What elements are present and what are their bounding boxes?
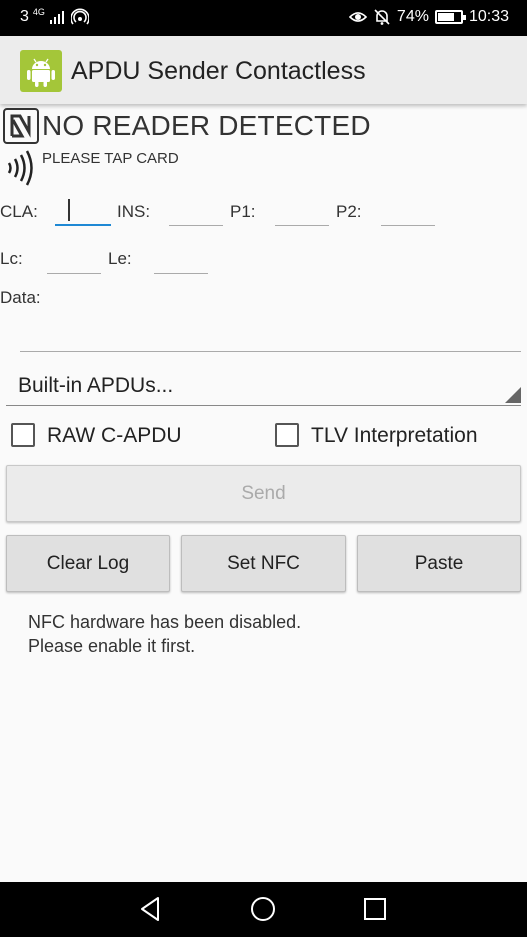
log-line: NFC hardware has been disabled.	[28, 612, 302, 632]
raw-c-apdu-checkbox[interactable]	[11, 423, 35, 447]
status-right: 74% 10:33	[348, 8, 509, 26]
tlv-interpretation-label[interactable]: TLV Interpretation	[311, 424, 478, 448]
set-nfc-button[interactable]: Set NFC	[181, 535, 346, 592]
le-label: Le:	[108, 249, 132, 268]
back-icon[interactable]	[136, 894, 166, 924]
lc-field[interactable]	[47, 248, 101, 274]
le-field[interactable]	[154, 248, 208, 274]
tlv-interpretation-checkbox[interactable]	[275, 423, 299, 447]
dropdown-arrow-icon	[505, 387, 521, 403]
p2-field[interactable]	[381, 200, 435, 226]
p1-label: P1:	[230, 202, 256, 221]
status-left: 3 4G	[20, 7, 89, 26]
data-field[interactable]	[20, 320, 521, 352]
clock: 10:33	[468, 8, 509, 25]
android-icon	[20, 50, 62, 92]
android-glyph	[27, 58, 55, 87]
battery-fill	[437, 13, 455, 21]
app-bar: APDU Sender Contactless	[0, 36, 527, 104]
signal-icon	[49, 11, 64, 24]
contactless-icon	[7, 150, 33, 186]
status-bar: 3 4G 74% 10:33	[0, 0, 527, 36]
paste-button[interactable]: Paste	[357, 535, 521, 592]
app-title: APDU Sender Contactless	[71, 57, 366, 85]
recents-icon[interactable]	[360, 894, 390, 924]
ins-field[interactable]	[169, 200, 223, 226]
reader-status: NO READER DETECTED	[42, 110, 371, 141]
builtin-apdus-label: Built-in APDUs...	[18, 374, 174, 397]
nfc-logo-icon	[3, 108, 39, 144]
battery-percent: 74%	[396, 8, 429, 25]
data-label: Data:	[0, 288, 41, 307]
text-cursor	[68, 199, 70, 221]
battery-icon	[434, 10, 466, 24]
cla-field[interactable]	[55, 200, 111, 226]
raw-c-apdu-label[interactable]: RAW C-APDU	[47, 424, 182, 448]
bell-muted-icon	[374, 9, 390, 25]
network-label: 4G	[32, 7, 45, 17]
clear-log-button[interactable]: Clear Log	[6, 535, 170, 592]
log-line: Please enable it first.	[28, 636, 196, 656]
log-output: NFC hardware has been disabled. Please e…	[28, 610, 301, 658]
ins-label: INS:	[117, 202, 151, 221]
eye-icon	[348, 12, 367, 22]
p2-label: P2:	[336, 202, 362, 221]
carrier-label: 3	[20, 8, 29, 25]
navigation-bar	[0, 882, 527, 937]
builtin-apdus-dropdown[interactable]: Built-in APDUs...	[6, 364, 521, 406]
lc-label: Lc:	[0, 249, 23, 268]
cla-label: CLA:	[0, 202, 38, 221]
send-button[interactable]: Send	[6, 465, 521, 522]
p1-field[interactable]	[275, 200, 329, 226]
home-icon[interactable]	[248, 894, 278, 924]
tap-card-hint: PLEASE TAP CARD	[42, 150, 179, 167]
hotspot-icon	[70, 8, 89, 25]
